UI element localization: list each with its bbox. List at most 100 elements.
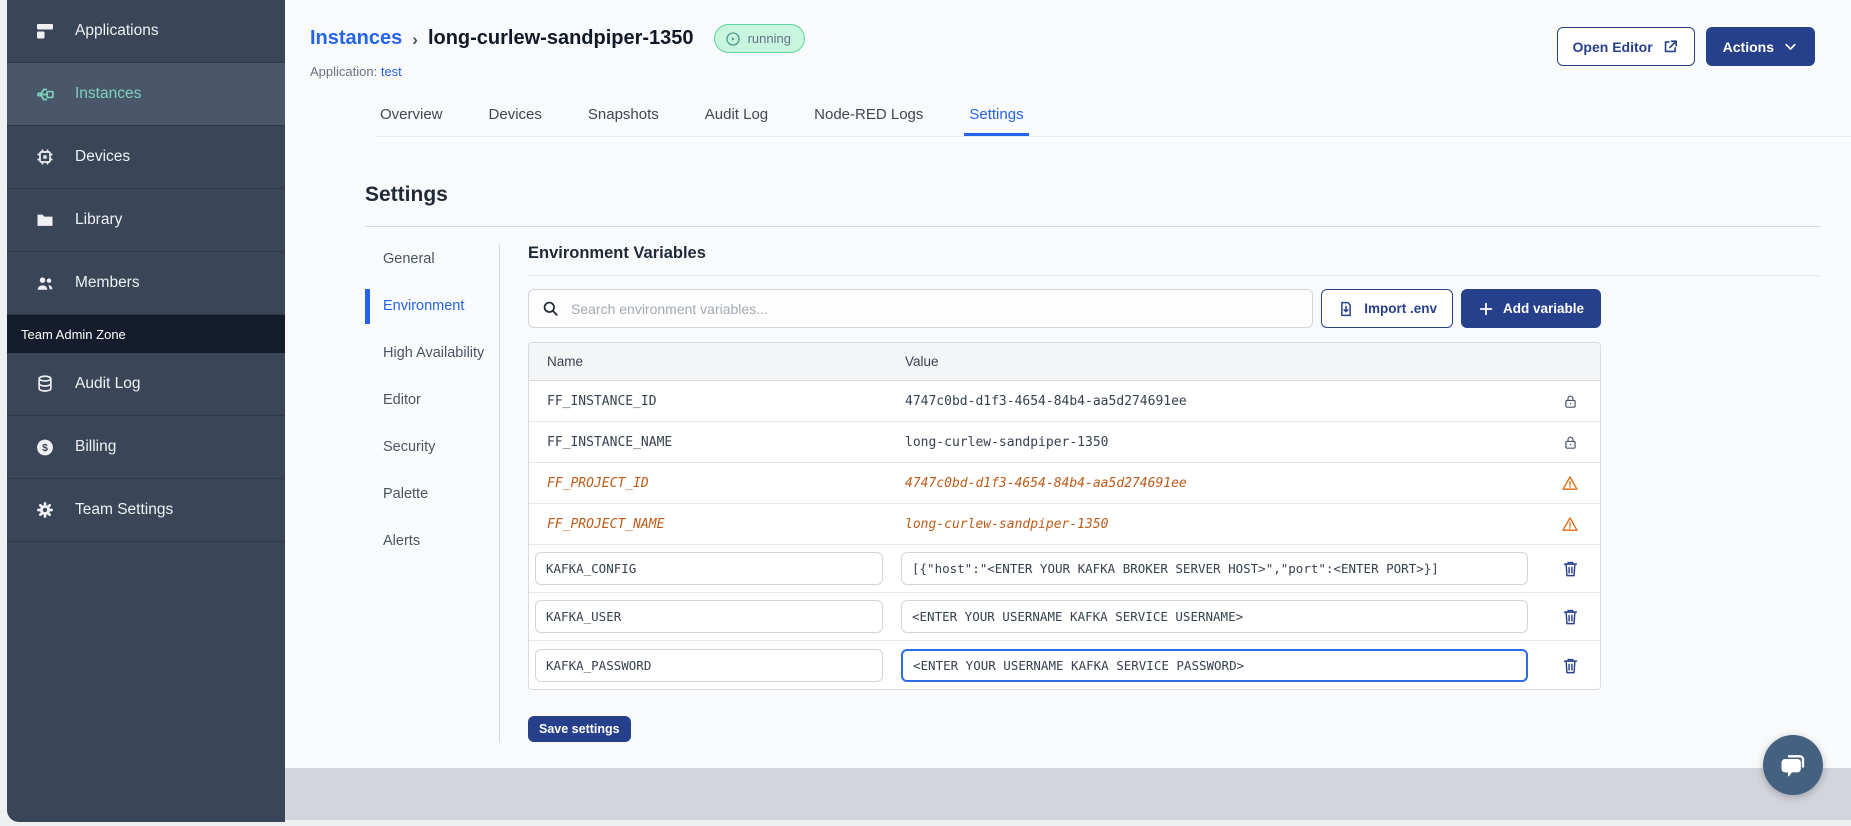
env-var-value: long-curlew-sandpiper-1350 [905,516,1109,532]
sidebar-item-label: Instances [75,85,142,102]
chat-bubbles-icon [1781,755,1805,777]
sidebar-item-label: Audit Log [75,375,141,392]
plus-icon [1479,302,1493,315]
env-var-row: FF_INSTANCE_ID 4747c0bd-d1f3-4654-84b4-aa… [529,381,1600,422]
env-var-name-input[interactable] [535,552,883,585]
delete-icon[interactable] [1561,607,1580,626]
settings-nav-environment[interactable]: Environment [365,289,485,324]
env-var-name: FF_INSTANCE_NAME [547,434,673,450]
applications-icon [35,21,55,41]
open-editor-button[interactable]: Open Editor [1556,27,1695,66]
status-badge-label: running [747,31,791,46]
env-toolbar: Import .env Add variable [528,289,1601,328]
warning-icon [1562,476,1578,490]
save-settings-button[interactable]: Save settings [528,716,631,742]
sidebar-item-audit-log[interactable]: Audit Log [7,353,285,416]
tab-audit-log[interactable]: Audit Log [700,106,773,136]
application-label: Application: [310,64,378,79]
tab-overview[interactable]: Overview [375,106,448,136]
sidebar-item-label: Applications [75,22,159,39]
delete-icon[interactable] [1561,559,1580,578]
instance-name: long-curlew-sandpiper-1350 [427,27,694,49]
env-var-row: FF_PROJECT_NAME long-curlew-sandpiper-135… [529,504,1600,545]
settings-nav-palette[interactable]: Palette [365,485,485,504]
search-input[interactable] [528,289,1314,328]
main-content: Instances › long-curlew-sandpiper-1350 r… [285,0,1851,768]
tab-node-red-logs[interactable]: Node-RED Logs [809,106,928,136]
sidebar-item-label: Billing [75,438,117,455]
external-link-icon [1664,40,1677,53]
env-var-name-input[interactable] [535,600,883,633]
header-actions: Open Editor Actions [1556,27,1815,66]
env-var-row: FF_INSTANCE_NAME long-curlew-sandpiper-13… [529,422,1600,463]
application-link[interactable]: test [381,64,402,79]
sidebar-item-billing[interactable]: $ Billing [7,416,285,479]
actions-button[interactable]: Actions [1705,27,1815,66]
env-var-row [529,545,1600,593]
settings-body: General Environment High Availability Ed… [365,244,1820,742]
team-admin-zone-label: Team Admin Zone [21,326,126,342]
delete-icon[interactable] [1561,656,1580,675]
env-var-row [529,593,1600,641]
sidebar: Applications Instances Devices Library M… [7,0,285,822]
env-var-name: FF_PROJECT_ID [547,475,649,491]
status-badge: running [713,24,805,53]
svg-text:$: $ [42,443,48,454]
footer-band [285,768,1851,820]
env-var-value-input[interactable] [901,648,1528,682]
add-variable-button[interactable]: Add variable [1460,289,1601,328]
env-var-value-input[interactable] [901,552,1528,585]
chat-widget-button[interactable] [1763,735,1823,795]
import-env-button[interactable]: Import .env [1321,289,1453,328]
sidebar-item-label: Library [75,211,123,228]
settings-nav-security[interactable]: Security [365,438,485,457]
sidebar-item-applications[interactable]: Applications [7,0,285,63]
gear-icon [35,500,55,520]
application-line: Application: test [310,64,402,79]
search-icon [543,301,558,316]
breadcrumb-instances-link[interactable]: Instances [310,27,402,50]
env-table-header: Name Value [529,343,1600,381]
warning-icon [1562,517,1578,531]
settings-nav-editor[interactable]: Editor [365,391,485,410]
tab-snapshots[interactable]: Snapshots [583,106,664,136]
sidebar-item-label: Members [75,274,140,291]
env-var-row [529,641,1600,689]
page-title: Settings [365,183,448,206]
tab-settings[interactable]: Settings [964,106,1028,136]
sidebar-item-library[interactable]: Library [7,189,285,252]
env-var-row: FF_PROJECT_ID 4747c0bd-d1f3-4654-84b4-aa5… [529,463,1600,504]
folder-icon [35,210,55,230]
lock-icon [1564,395,1576,408]
column-header-value: Value [905,354,939,369]
settings-nav: General Environment High Availability Ed… [365,244,500,742]
import-file-icon [1341,301,1352,316]
chevron-down-icon [1785,43,1796,50]
settings-divider [365,226,1820,227]
sidebar-item-team-settings[interactable]: Team Settings [7,479,285,542]
env-var-value: long-curlew-sandpiper-1350 [905,434,1109,450]
sidebar-item-instances[interactable]: Instances [7,63,285,126]
env-var-name-input[interactable] [535,648,883,682]
members-icon [35,273,55,293]
sidebar-item-members[interactable]: Members [7,252,285,315]
env-table-body: FF_INSTANCE_ID 4747c0bd-d1f3-4654-84b4-aa… [529,381,1600,689]
column-header-name: Name [547,354,584,369]
sidebar-item-label: Devices [75,148,131,165]
lock-icon [1564,436,1576,449]
env-var-value: 4747c0bd-d1f3-4654-84b4-aa5d274691ee [905,475,1187,491]
sidebar-item-devices[interactable]: Devices [7,126,285,189]
settings-nav-alerts[interactable]: Alerts [365,532,485,551]
env-var-value-input[interactable] [901,600,1528,633]
settings-nav-general[interactable]: General [365,250,485,269]
instances-icon [35,84,55,104]
env-variables-table: Name Value FF_INSTANCE_ID 4747c0bd-d1f3-4… [528,342,1601,690]
settings-nav-high-availability[interactable]: High Availability [365,344,485,363]
search-wrap [528,289,1314,328]
env-var-name: FF_INSTANCE_ID [547,393,657,409]
play-circle-icon [725,31,740,46]
team-admin-zone-header: Team Admin Zone [7,315,285,353]
import-env-label: Import .env [1364,301,1437,316]
breadcrumb: Instances › long-curlew-sandpiper-1350 r… [310,24,805,53]
tab-devices[interactable]: Devices [484,106,547,136]
